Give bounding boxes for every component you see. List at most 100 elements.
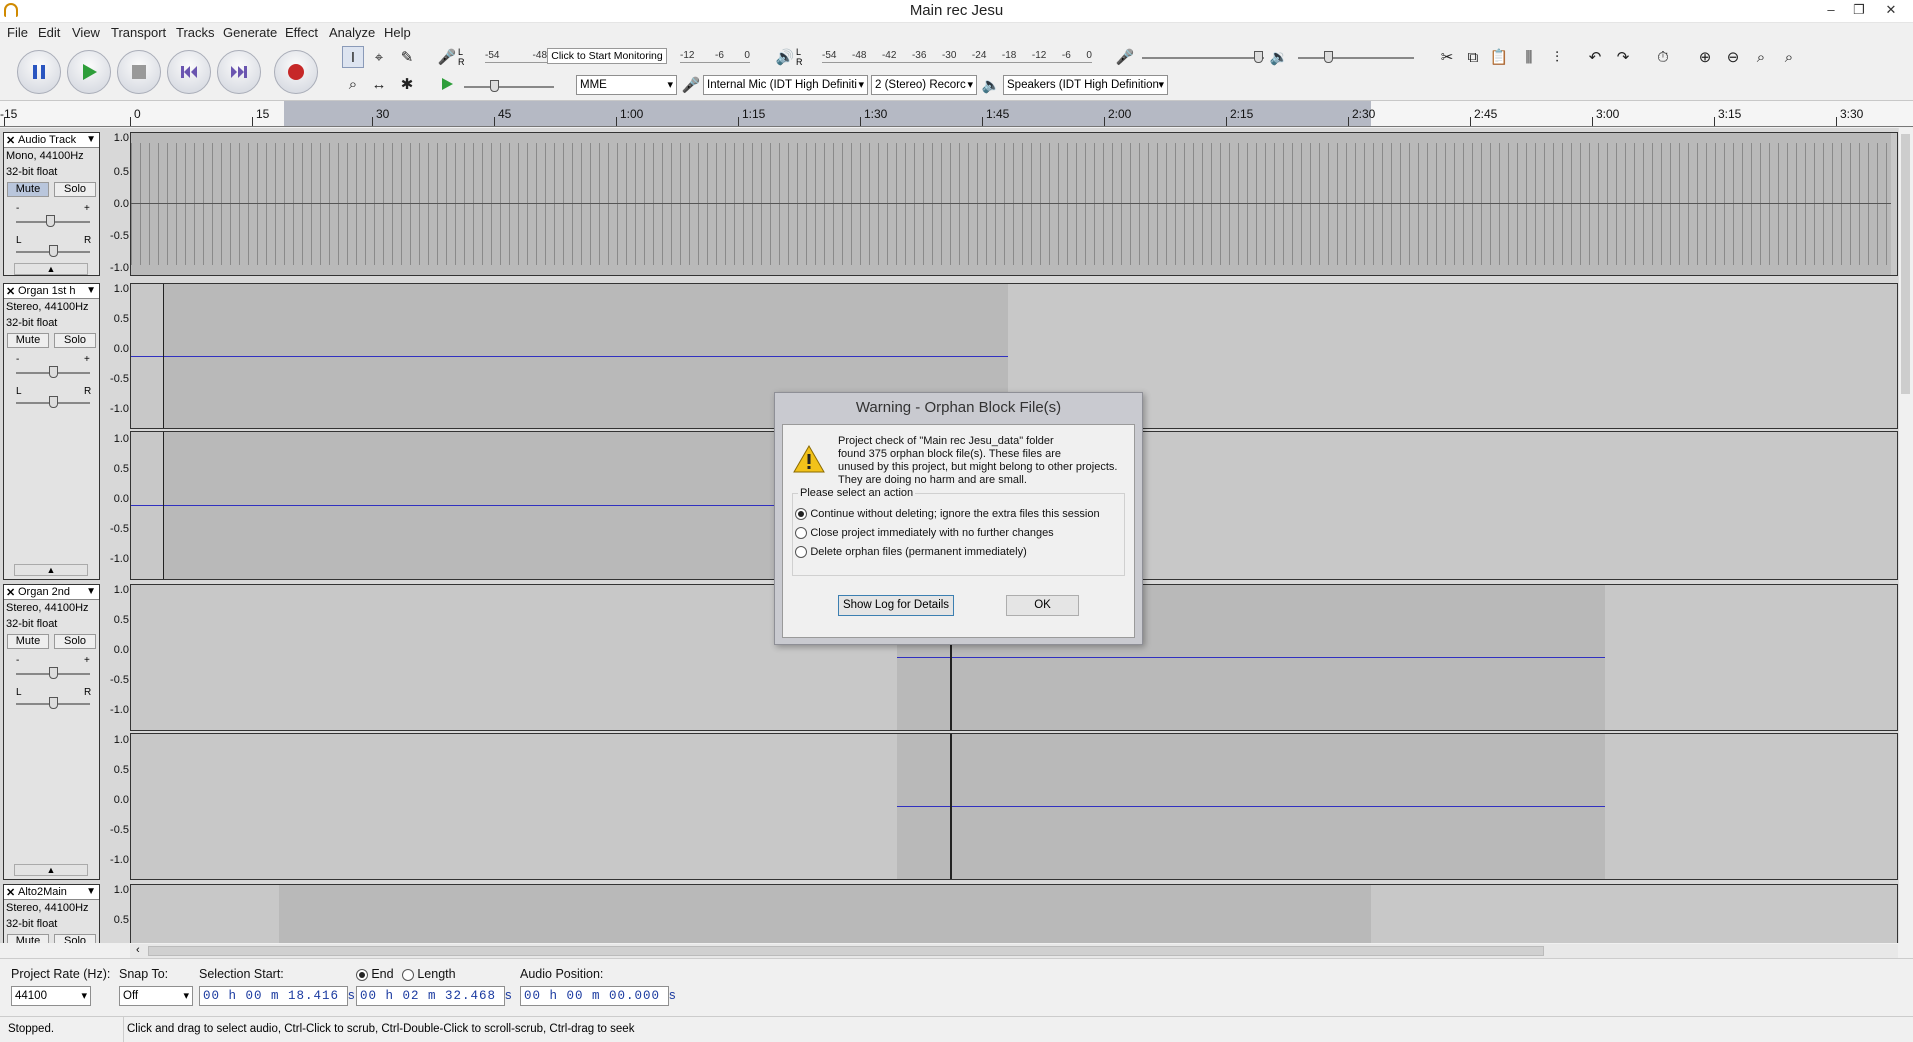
undo-icon[interactable]: ↶ (1584, 46, 1606, 68)
play-at-speed-icon[interactable] (436, 73, 458, 95)
track-name-menu[interactable]: Organ 2nd (4, 585, 99, 600)
close-track-icon[interactable]: ✕ (6, 134, 15, 147)
fit-selection-icon[interactable]: ⌕ (1750, 46, 1772, 68)
output-device-select[interactable]: Speakers (IDT High Definition (1003, 75, 1168, 95)
end-radio[interactable]: End (356, 967, 394, 981)
skip-to-end-button[interactable] (217, 50, 261, 94)
track-name-menu[interactable]: Organ 1st h (4, 284, 99, 299)
input-device-select[interactable]: Internal Mic (IDT High Definiti (703, 75, 868, 95)
solo-button[interactable]: Solo (54, 934, 96, 943)
selection-tool-icon[interactable]: I (342, 46, 364, 68)
waveform-organ-2nd-right[interactable] (130, 733, 1898, 880)
collapse-track-icon[interactable]: ▲ (14, 864, 88, 876)
menu-transport[interactable]: Transport (111, 25, 166, 40)
slider-knob[interactable] (1254, 51, 1263, 63)
draw-tool-icon[interactable]: ✎ (396, 46, 418, 68)
slider-knob[interactable] (46, 215, 55, 227)
option-continue-radio[interactable] (795, 507, 807, 520)
close-track-icon[interactable]: ✕ (6, 886, 15, 899)
audio-host-select[interactable]: MME (576, 75, 677, 95)
play-speed-slider[interactable] (464, 80, 554, 92)
start-monitoring-button[interactable]: Click to Start Monitoring (547, 48, 667, 64)
audio-position-time[interactable]: 00 h 00 m 00.000 s (520, 986, 676, 1006)
pan-slider[interactable] (16, 697, 90, 709)
speaker-meter-icon[interactable]: 🔊 (774, 46, 796, 68)
slider-knob[interactable] (49, 697, 58, 709)
microphone-meter-icon[interactable]: 🎤 (436, 46, 458, 68)
redo-icon[interactable]: ↷ (1612, 46, 1634, 68)
vertical-scroll-thumb[interactable] (1901, 134, 1910, 394)
vertical-scale[interactable]: 1.0 0.5 0.0 -0.5 -1.0 1.0 0.5 0.0 -0.5 -… (103, 584, 129, 880)
slider-knob[interactable] (49, 245, 58, 257)
menu-generate[interactable]: Generate (223, 25, 277, 40)
option-delete-radio[interactable] (795, 545, 807, 558)
gain-slider[interactable] (16, 215, 90, 227)
mute-button[interactable]: Mute (7, 182, 49, 197)
copy-icon[interactable]: ⧉ (1462, 46, 1484, 68)
multi-tool-icon[interactable]: ✱ (396, 73, 418, 95)
zoom-in-icon[interactable]: ⊕ (1694, 46, 1716, 68)
minimize-button[interactable]: – (1817, 0, 1845, 20)
record-volume-slider[interactable] (1142, 51, 1264, 63)
pan-slider[interactable] (16, 396, 90, 408)
trim-icon[interactable]: ⫼ (1518, 46, 1540, 68)
gain-slider[interactable] (16, 366, 90, 378)
record-meter[interactable]: -54 -48 (485, 49, 547, 63)
gain-slider[interactable] (16, 667, 90, 679)
track-control-panel[interactable]: Organ 1st h ✕ ▼ Stereo, 44100Hz 32-bit f… (3, 283, 100, 580)
menu-effect[interactable]: Effect (285, 25, 318, 40)
silence-icon[interactable]: ⫶ (1546, 46, 1568, 68)
show-log-button[interactable]: Show Log for Details (838, 595, 954, 616)
track-control-panel[interactable]: Alto2Main ✕ ▼ Stereo, 44100Hz 32-bit flo… (3, 884, 100, 943)
play-button[interactable] (67, 50, 111, 94)
ok-button[interactable]: OK (1006, 595, 1079, 616)
vertical-scale[interactable]: 1.0 0.5 0.0 -0.5 -1.0 (103, 132, 129, 276)
solo-button[interactable]: Solo (54, 182, 96, 197)
restore-button[interactable]: ❐ (1845, 0, 1873, 20)
track-menu-arrow-icon[interactable]: ▼ (86, 586, 96, 597)
zoom-out-icon[interactable]: ⊖ (1722, 46, 1744, 68)
pause-button[interactable] (17, 50, 61, 94)
collapse-track-icon[interactable]: ▲ (14, 263, 88, 275)
zoom-tool-icon[interactable]: ⌕ (342, 73, 364, 95)
option-continue[interactable]: Continue without deleting; ignore the ex… (795, 506, 1100, 521)
record-button[interactable] (274, 50, 318, 94)
audio-clip[interactable] (279, 885, 1371, 943)
snap-to-select[interactable]: Off (119, 986, 193, 1006)
slider-knob[interactable] (1324, 51, 1333, 63)
waveform-alto2main[interactable] (130, 884, 1898, 943)
vertical-scrollbar[interactable] (1898, 128, 1913, 943)
pan-slider[interactable] (16, 245, 90, 257)
waveform-audio-track[interactable] (130, 132, 1898, 276)
solo-button[interactable]: Solo (54, 333, 96, 348)
selection-start-time[interactable]: 00 h 00 m 18.416 s (199, 986, 355, 1006)
timeshift-tool-icon[interactable]: ↔ (368, 73, 390, 95)
mute-button[interactable]: Mute (7, 333, 49, 348)
track-control-panel[interactable]: Organ 2nd ✕ ▼ Stereo, 44100Hz 32-bit flo… (3, 584, 100, 880)
close-window-button[interactable]: ✕ (1877, 0, 1905, 20)
option-close-radio[interactable] (795, 526, 807, 539)
envelope-tool-icon[interactable]: ⌖ (368, 46, 390, 68)
collapse-track-icon[interactable]: ▲ (14, 564, 88, 576)
menu-analyze[interactable]: Analyze (329, 25, 375, 40)
sync-lock-icon[interactable]: ⏱ (1652, 46, 1674, 68)
stop-button[interactable] (117, 50, 161, 94)
selection-end-time[interactable]: 00 h 02 m 32.468 s (356, 986, 512, 1006)
track-name-menu[interactable]: Alto2Main (4, 885, 99, 900)
mute-button[interactable]: Mute (7, 934, 49, 943)
scroll-left-icon[interactable]: ‹ (136, 944, 140, 956)
vertical-scale[interactable]: 1.0 0.5 0.0 -0.5 -1.0 1.0 0.5 0.0 -0.5 -… (103, 283, 129, 580)
track-menu-arrow-icon[interactable]: ▼ (86, 285, 96, 296)
option-delete-orphans[interactable]: Delete orphan files (permanent immediate… (795, 544, 1027, 559)
slider-knob[interactable] (49, 366, 58, 378)
skip-to-start-button[interactable] (167, 50, 211, 94)
menu-file[interactable]: File (7, 25, 28, 40)
option-close-project[interactable]: Close project immediately with no furthe… (795, 525, 1054, 540)
slider-knob[interactable] (49, 396, 58, 408)
length-radio-indicator[interactable] (402, 968, 414, 981)
menu-help[interactable]: Help (384, 25, 411, 40)
slider-knob[interactable] (490, 80, 499, 92)
end-radio-indicator[interactable] (356, 968, 368, 981)
menu-view[interactable]: View (72, 25, 100, 40)
project-rate-select[interactable]: 44100 (11, 986, 91, 1006)
